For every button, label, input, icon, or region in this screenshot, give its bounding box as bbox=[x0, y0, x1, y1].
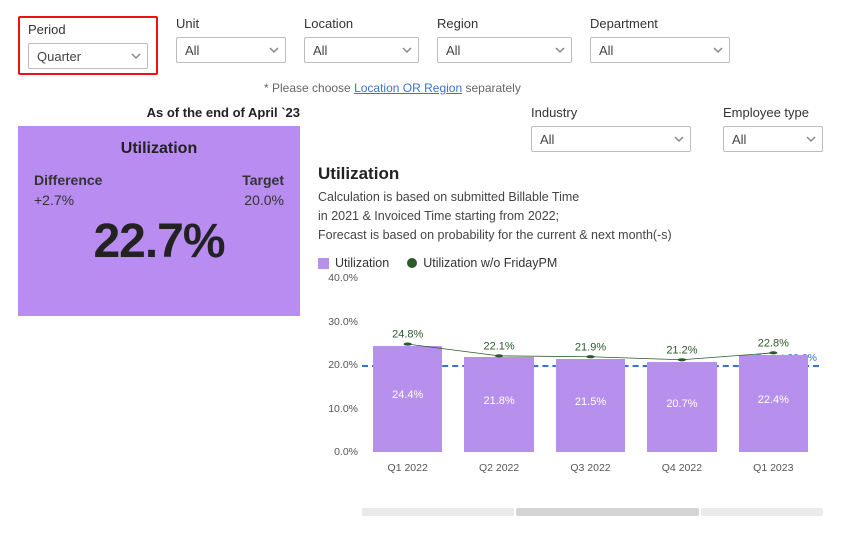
x-axis-category: Q4 2022 bbox=[636, 462, 727, 474]
filter-unit-label: Unit bbox=[176, 16, 286, 31]
y-axis-tick: 40.0% bbox=[320, 272, 358, 284]
chevron-down-icon bbox=[131, 51, 141, 61]
section-description: Calculation is based on submitted Billab… bbox=[318, 188, 823, 244]
line-series bbox=[362, 278, 819, 452]
difference-value: +2.7% bbox=[34, 192, 74, 208]
select-region-value: All bbox=[446, 43, 460, 58]
select-department-value: All bbox=[599, 43, 613, 58]
section-title: Utilization bbox=[318, 164, 823, 184]
filter-unit: Unit All bbox=[176, 16, 286, 63]
legend-label-b: Utilization w/o FridayPM bbox=[423, 256, 557, 270]
note-prefix: * Please choose bbox=[264, 81, 354, 95]
chart-scrollbar[interactable] bbox=[362, 508, 823, 516]
desc-line-2: in 2021 & Invoiced Time starting from 20… bbox=[318, 209, 559, 223]
y-axis-tick: 10.0% bbox=[320, 403, 358, 415]
chevron-down-icon bbox=[402, 45, 412, 55]
card-title: Utilization bbox=[34, 140, 284, 158]
target-value: 20.0% bbox=[244, 192, 284, 208]
legend-label-a: Utilization bbox=[335, 256, 389, 270]
chevron-down-icon bbox=[269, 45, 279, 55]
chart-legend: Utilization Utilization w/o FridayPM bbox=[318, 256, 823, 270]
filter-location-label: Location bbox=[304, 16, 419, 31]
filter-emptype-label: Employee type bbox=[723, 105, 823, 120]
select-emptype-value: All bbox=[732, 132, 746, 147]
desc-line-1: Calculation is based on submitted Billab… bbox=[318, 190, 579, 204]
legend-swatch-bar bbox=[318, 258, 329, 269]
utilization-card: Utilization Difference Target +2.7% 20.0… bbox=[18, 126, 300, 316]
select-employee-type[interactable]: All bbox=[723, 126, 823, 152]
filter-department-label: Department bbox=[590, 16, 730, 31]
select-unit-value: All bbox=[185, 43, 199, 58]
kpi-panel: As of the end of April `23 Utilization D… bbox=[18, 105, 300, 516]
x-axis-category: Q3 2022 bbox=[545, 462, 636, 474]
x-axis-category: Q1 2022 bbox=[362, 462, 453, 474]
select-unit[interactable]: All bbox=[176, 37, 286, 63]
select-industry[interactable]: All bbox=[531, 126, 691, 152]
legend-swatch-line bbox=[407, 258, 417, 268]
x-axis-category: Q2 2022 bbox=[453, 462, 544, 474]
desc-line-3: Forecast is based on probability for the… bbox=[318, 228, 672, 242]
chart-panel: Industry All Employee type All Utilizati… bbox=[318, 105, 823, 516]
filter-department: Department All bbox=[590, 16, 730, 63]
filter-note: * Please choose Location OR Region separ… bbox=[264, 81, 823, 95]
select-department[interactable]: All bbox=[590, 37, 730, 63]
filter-region-label: Region bbox=[437, 16, 572, 31]
select-location-value: All bbox=[313, 43, 327, 58]
select-period-value: Quarter bbox=[37, 49, 81, 64]
filter-industry: Industry All bbox=[531, 105, 691, 152]
as-of-label: As of the end of April `23 bbox=[18, 105, 300, 120]
filter-period-label: Period bbox=[28, 22, 148, 37]
target-label: Target bbox=[242, 172, 284, 188]
chevron-down-icon bbox=[806, 134, 816, 144]
note-link[interactable]: Location OR Region bbox=[354, 81, 462, 95]
filter-employee-type: Employee type All bbox=[723, 105, 823, 152]
main-content: As of the end of April `23 Utilization D… bbox=[18, 105, 823, 516]
select-period[interactable]: Quarter bbox=[28, 43, 148, 69]
difference-label: Difference bbox=[34, 172, 102, 188]
y-axis-tick: 20.0% bbox=[320, 359, 358, 371]
filter-bar: Period Quarter Unit All Location All Reg… bbox=[18, 16, 823, 75]
chart-plot-area: 0.0%10.0%20.0%30.0%40.0%Target 20.0%24.4… bbox=[362, 278, 819, 452]
card-main-value: 22.7% bbox=[34, 214, 284, 269]
secondary-filter-bar: Industry All Employee type All bbox=[318, 105, 823, 152]
x-axis-category: Q1 2023 bbox=[728, 462, 819, 474]
chevron-down-icon bbox=[674, 134, 684, 144]
filter-industry-label: Industry bbox=[531, 105, 691, 120]
select-location[interactable]: All bbox=[304, 37, 419, 63]
y-axis-tick: 30.0% bbox=[320, 316, 358, 328]
filter-period: Period Quarter bbox=[18, 16, 158, 75]
chevron-down-icon bbox=[555, 45, 565, 55]
note-suffix: separately bbox=[462, 81, 521, 95]
utilization-chart: 0.0%10.0%20.0%30.0%40.0%Target 20.0%24.4… bbox=[318, 278, 823, 478]
y-axis-tick: 0.0% bbox=[320, 446, 358, 458]
legend-item-utilization: Utilization bbox=[318, 256, 389, 270]
filter-location: Location All bbox=[304, 16, 419, 63]
select-region[interactable]: All bbox=[437, 37, 572, 63]
legend-item-without-fridaypm: Utilization w/o FridayPM bbox=[407, 256, 557, 270]
filter-region: Region All bbox=[437, 16, 572, 63]
chevron-down-icon bbox=[713, 45, 723, 55]
select-industry-value: All bbox=[540, 132, 554, 147]
